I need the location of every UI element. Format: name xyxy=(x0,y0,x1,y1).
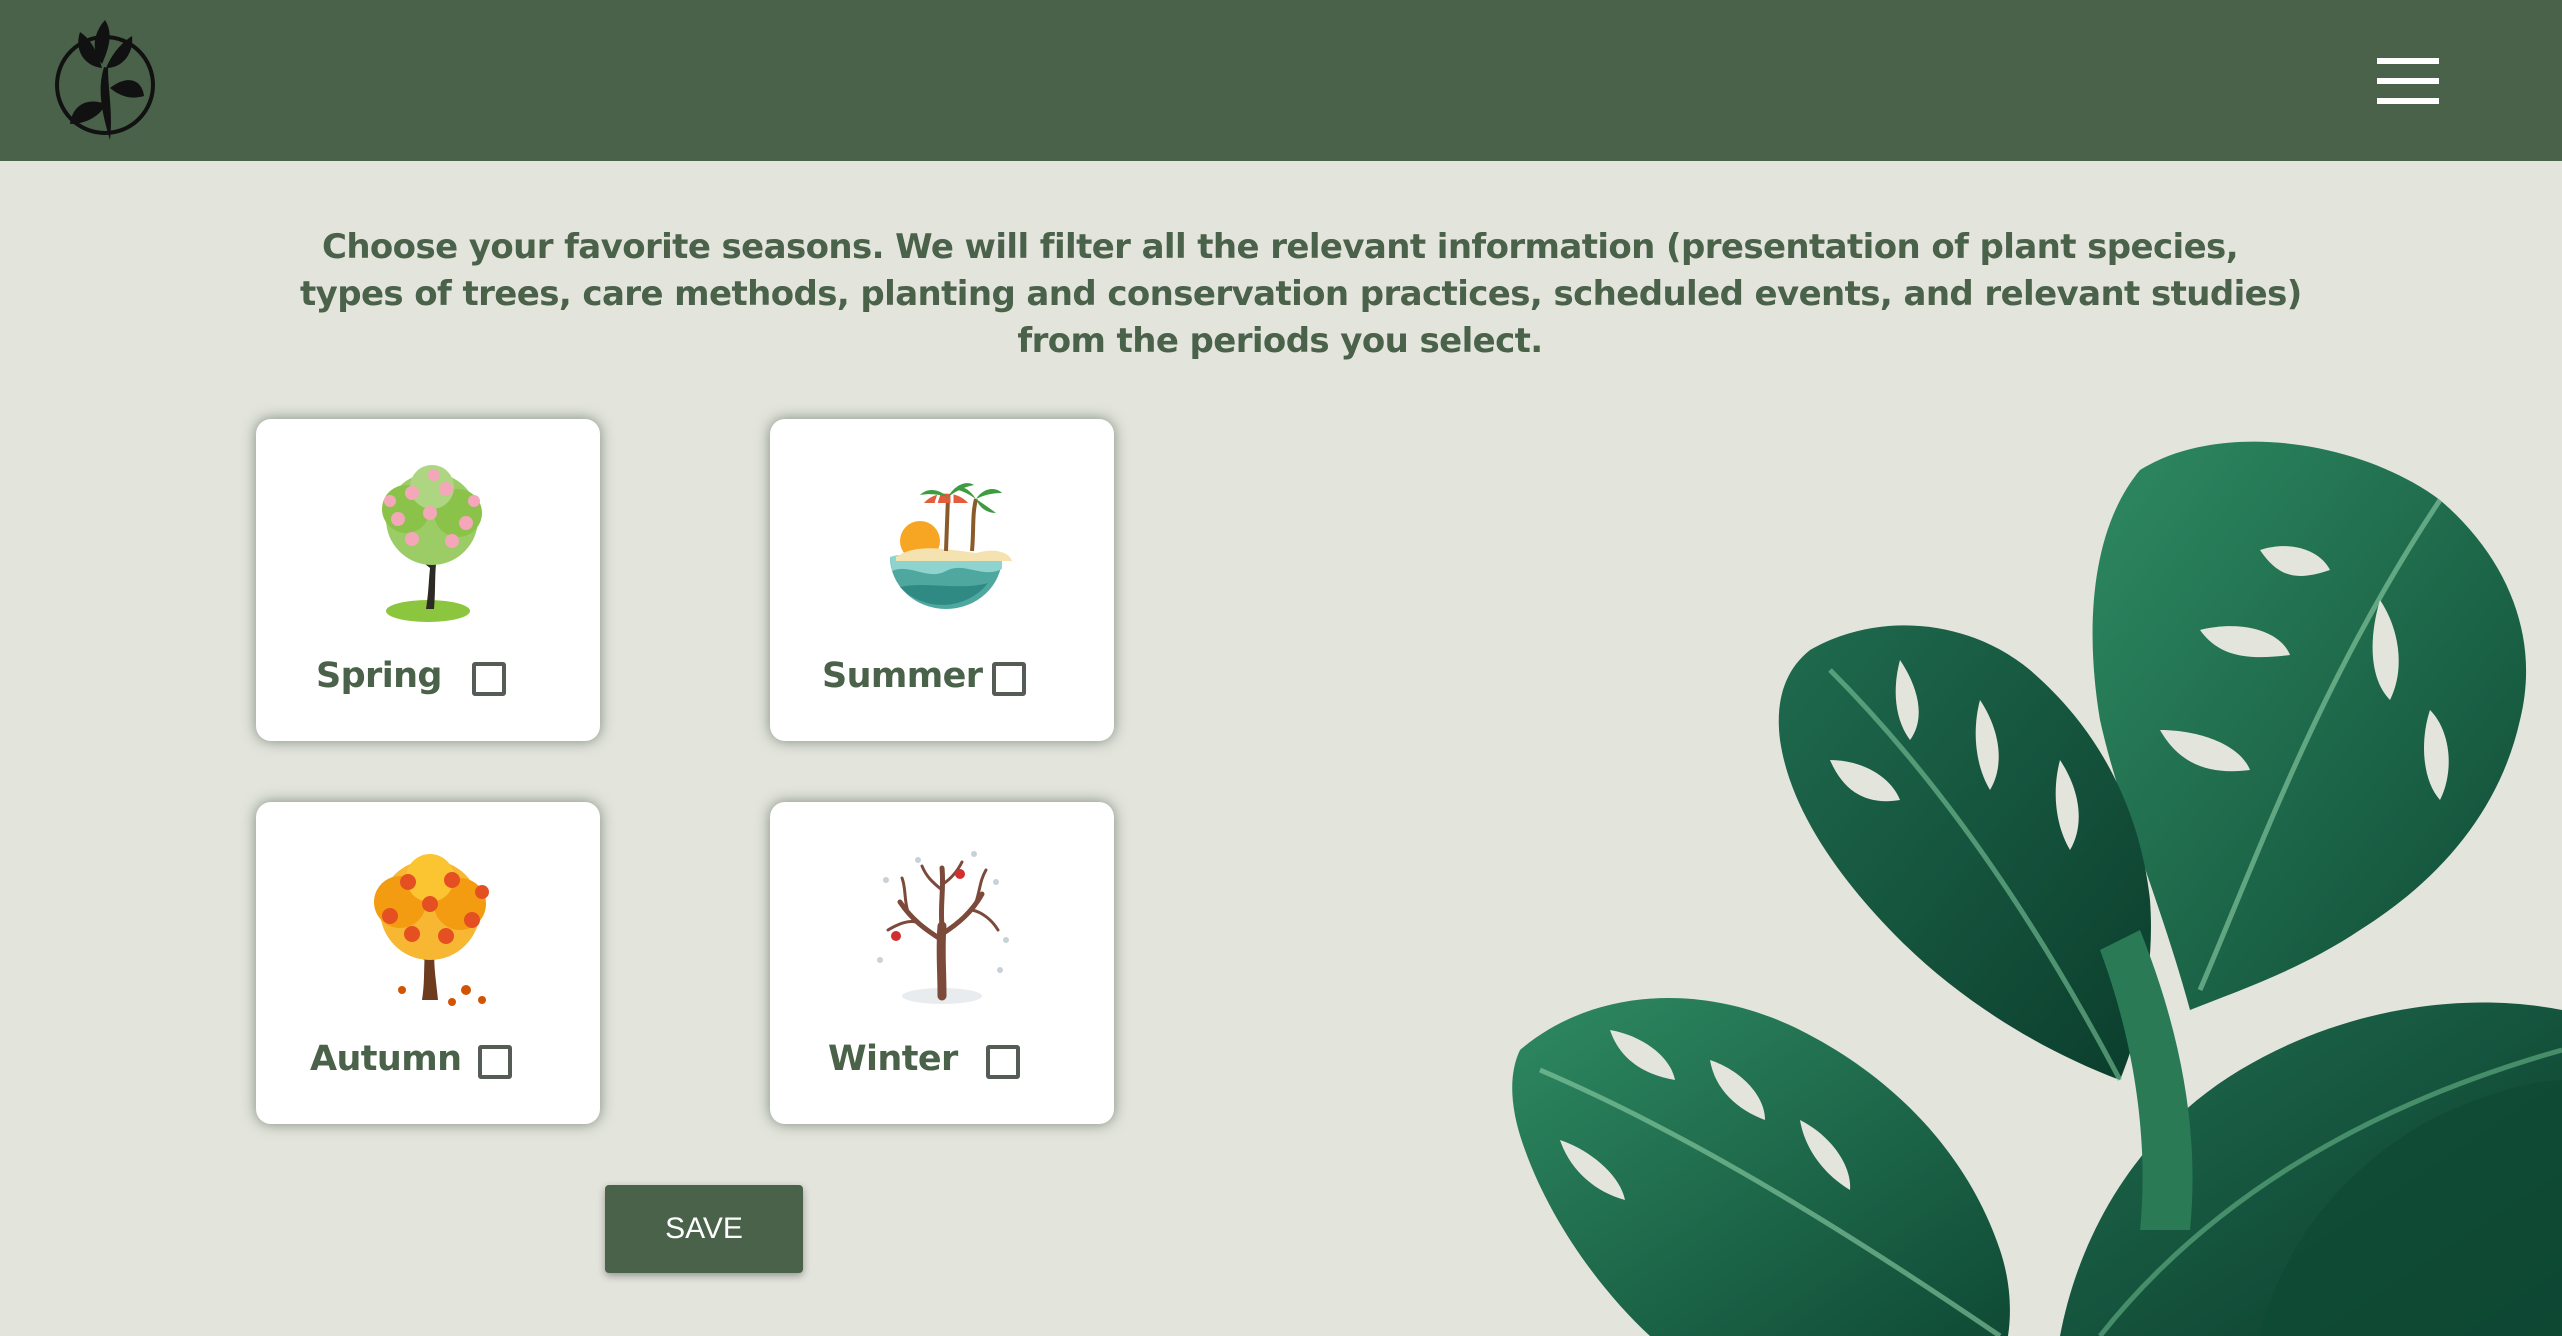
intro-line-2: types of trees, care methods, planting a… xyxy=(300,274,2302,314)
season-card-summer[interactable]: Summer xyxy=(770,419,1114,741)
season-label-summer: Summer xyxy=(822,656,983,696)
spring-blossom-tree-icon xyxy=(382,465,482,622)
summer-beach-island-icon xyxy=(890,483,1012,609)
season-label-autumn: Autumn xyxy=(310,1039,462,1079)
winter-checkbox[interactable] xyxy=(986,1045,1020,1079)
intro-text: Choose your favorite seasons. We will fi… xyxy=(300,224,2302,365)
monstera-leaves-image xyxy=(1512,441,2562,1336)
spring-checkbox[interactable] xyxy=(472,662,506,696)
season-label-spring: Spring xyxy=(316,656,442,696)
hamburger-menu-icon[interactable] xyxy=(2372,52,2444,110)
winter-bare-tree-icon xyxy=(877,851,1009,1004)
season-card-autumn[interactable]: Autumn xyxy=(256,802,600,1124)
save-button[interactable]: SAVE xyxy=(605,1185,803,1273)
summer-checkbox[interactable] xyxy=(992,662,1026,696)
season-label-winter: Winter xyxy=(828,1039,958,1079)
intro-line-1: Choose your favorite seasons. We will fi… xyxy=(321,227,2239,267)
lily-flower-logo-icon[interactable] xyxy=(50,12,160,144)
season-card-spring[interactable]: Spring xyxy=(256,419,600,741)
intro-line-3: from the periods you select. xyxy=(1017,321,1543,361)
season-card-winter[interactable]: Winter xyxy=(770,802,1114,1124)
autumn-checkbox[interactable] xyxy=(478,1045,512,1079)
autumn-tree-icon xyxy=(374,854,489,1006)
top-bar xyxy=(0,0,2562,161)
